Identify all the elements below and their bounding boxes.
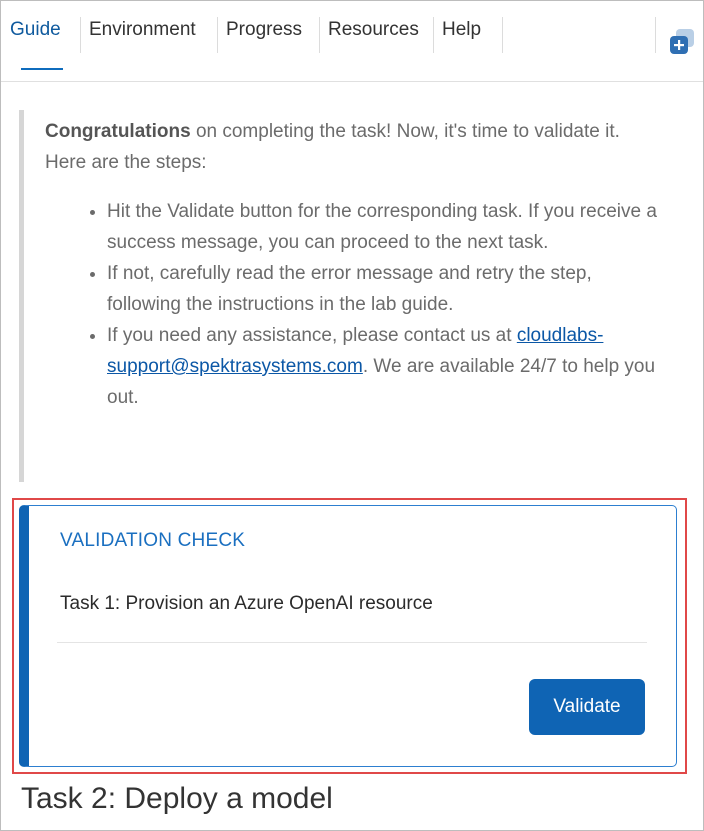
add-stack-icon[interactable]	[669, 29, 695, 55]
intro-bold: Congratulations	[45, 121, 191, 142]
validation-check-card: VALIDATION CHECK Task 1: Provision an Az…	[19, 505, 677, 767]
tab-divider	[433, 17, 434, 53]
validation-instructions: Congratulations on completing the task! …	[19, 110, 659, 482]
tab-divider	[655, 17, 656, 53]
tab-environment[interactable]: Environment	[89, 15, 196, 55]
list-item: If you need any assistance, please conta…	[107, 320, 667, 413]
tab-guide[interactable]: Guide	[10, 15, 61, 55]
lab-guide-panel: Guide Environment Progress Resources Hel…	[0, 0, 704, 831]
validation-task-label: Task 1: Provision an Azure OpenAI resour…	[60, 593, 433, 614]
guide-content: Congratulations on completing the task! …	[1, 82, 703, 830]
list-item: Hit the Validate button for the correspo…	[107, 196, 667, 258]
tab-divider	[217, 17, 218, 53]
list-item: If not, carefully read the error message…	[107, 258, 667, 320]
active-tab-indicator	[21, 68, 63, 70]
validation-check-title: VALIDATION CHECK	[60, 530, 246, 551]
tab-progress[interactable]: Progress	[226, 15, 302, 55]
intro-paragraph: Congratulations on completing the task! …	[45, 116, 665, 178]
validate-button[interactable]: Validate	[529, 679, 645, 735]
steps-list: Hit the Validate button for the correspo…	[45, 196, 667, 413]
tab-resources[interactable]: Resources	[328, 15, 419, 55]
step3-text: If you need any assistance, please conta…	[107, 325, 517, 346]
tab-divider	[80, 17, 81, 53]
tab-divider	[502, 17, 503, 53]
tab-help[interactable]: Help	[442, 15, 481, 55]
tab-bar: Guide Environment Progress Resources Hel…	[1, 1, 703, 82]
task-2-heading: Task 2: Deploy a model	[21, 782, 333, 815]
card-divider	[57, 642, 647, 643]
tab-divider	[319, 17, 320, 53]
